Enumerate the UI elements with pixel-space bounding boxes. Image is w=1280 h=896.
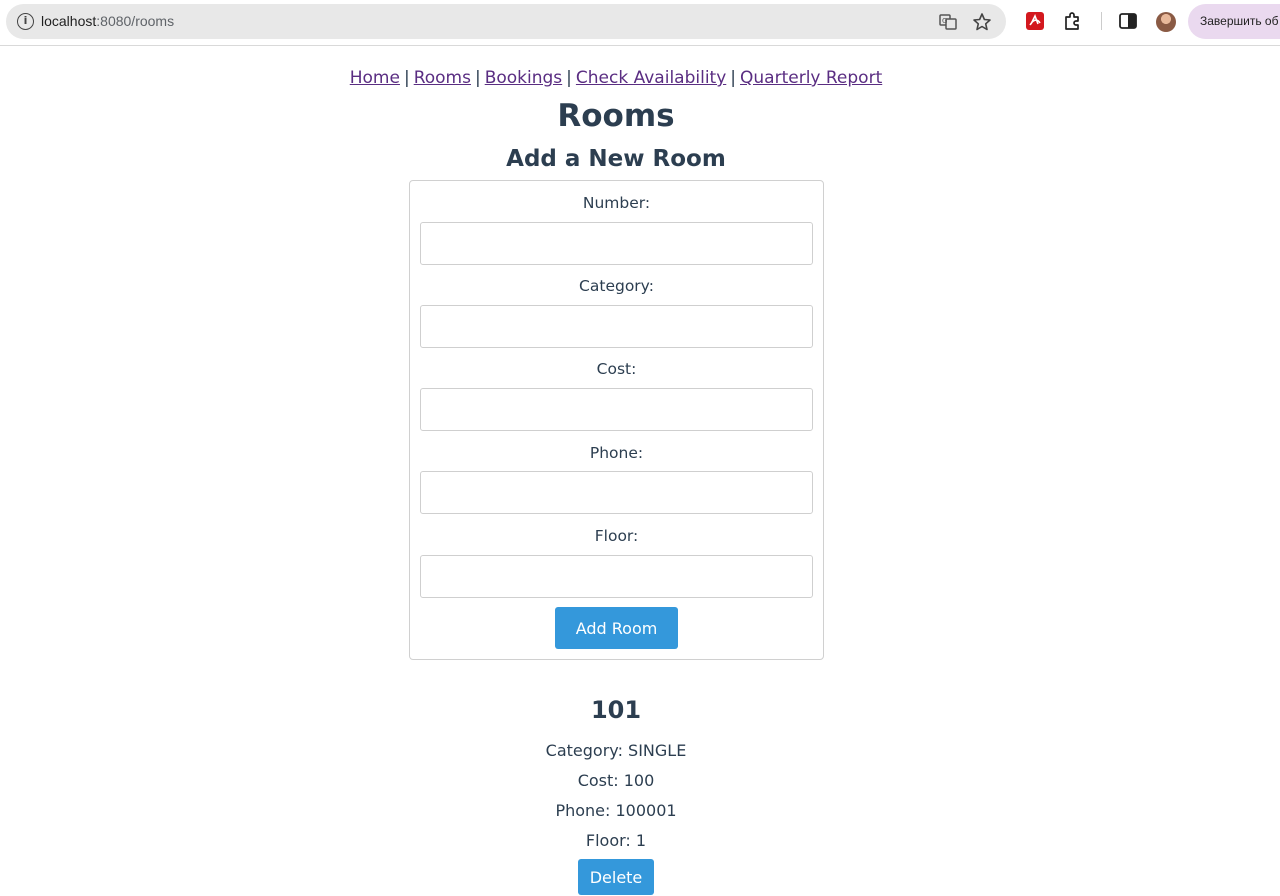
extensions-puzzle-icon[interactable] [1062,11,1082,31]
add-room-button[interactable]: Add Room [555,607,678,649]
page-title: Rooms [557,98,675,134]
pdf-extension-icon[interactable] [1025,11,1045,31]
finish-update-button[interactable]: Завершить об [1188,4,1280,39]
category-label: Category: [579,277,654,295]
add-room-heading: Add a New Room [506,146,726,172]
room-floor: Floor: 1 [585,831,647,850]
phone-input[interactable] [420,471,813,514]
nav-separator: | [474,68,481,88]
room-card: 101 Category: SINGLE Cost: 100 Phone: 10… [0,694,1232,895]
floor-input[interactable] [420,555,813,598]
room-number: 101 [590,696,642,724]
category-input[interactable] [420,305,813,348]
cost-input[interactable] [420,388,813,431]
profile-avatar[interactable] [1156,12,1176,32]
nav-link-home[interactable]: Home [350,68,400,88]
bookmark-star-icon[interactable] [972,12,992,32]
nav-link-quarterly-report[interactable]: Quarterly Report [740,68,882,88]
url-host: localhost [41,13,97,29]
nav-separator: | [566,68,572,88]
phone-label: Phone: [589,444,644,462]
nav-link-check-availability[interactable]: Check Availability [576,68,726,88]
url-text[interactable]: localhost:8080/rooms [41,13,174,29]
add-room-form: Number: Category: Cost: Phone: Floor: Ad… [409,180,824,660]
toolbar-separator [1101,12,1102,30]
room-cost: Cost: 100 [577,771,655,790]
nav-separator: | [403,68,410,88]
room-phone: Phone: 100001 [555,801,677,820]
nav-link-rooms[interactable]: Rooms [414,68,471,88]
svg-text:G: G [942,17,947,25]
number-input[interactable] [420,222,813,265]
address-bar[interactable]: i localhost:8080/rooms G [6,4,1006,39]
url-path: :8080/rooms [96,13,175,29]
floor-label: Floor: [594,527,639,545]
main-nav: Home | Rooms | Bookings | Check Availability | Q… [0,68,1232,88]
browser-toolbar: i localhost:8080/rooms G Завершить об [0,0,1280,46]
room-category: Category: SINGLE [545,741,687,760]
translate-icon[interactable]: G [938,12,958,32]
cost-label: Cost: [596,360,637,378]
side-panel-icon[interactable] [1118,11,1138,31]
site-info-icon[interactable]: i [17,13,34,30]
nav-separator: | [730,68,737,88]
delete-room-button[interactable]: Delete [578,859,654,895]
number-label: Number: [582,194,651,212]
nav-link-bookings[interactable]: Bookings [485,68,562,88]
